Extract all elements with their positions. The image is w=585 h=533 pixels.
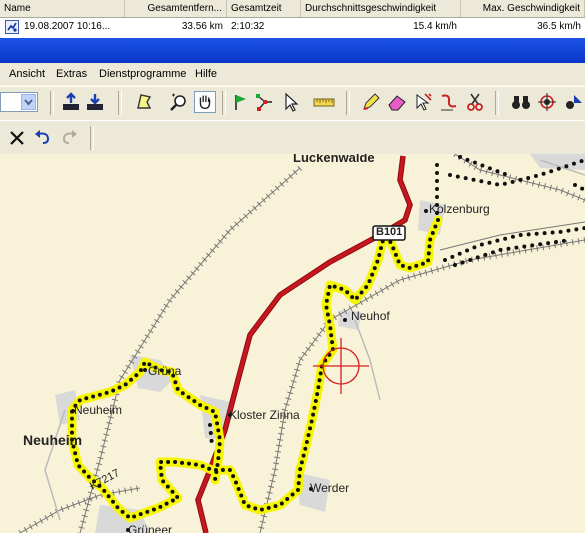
settlement-areas	[55, 154, 585, 533]
track-table: Name Gesamtentfern... Gesamtzeit Durchsc…	[0, 0, 585, 38]
map-view[interactable]: Luckenwalde Kolzenburg B101 Neuhof Grüna…	[0, 154, 585, 533]
scissors-icon[interactable]	[464, 91, 486, 113]
eraser-icon[interactable]	[386, 91, 408, 113]
pan-hand-icon[interactable]	[194, 91, 216, 113]
menu-extras[interactable]: Extras	[56, 68, 87, 80]
table-row[interactable]: 19.08.2007 10:16... 33.56 km 2:10:32 15.…	[0, 18, 585, 36]
table-header: Name Gesamtentfern... Gesamtzeit Durchsc…	[0, 0, 585, 18]
dotted-tracks	[208, 155, 585, 447]
toolbar-separator	[50, 91, 54, 115]
draw-pencil-icon[interactable]	[360, 91, 382, 113]
divide-track-icon[interactable]	[438, 91, 460, 113]
map-label-werder: Werder	[310, 481, 350, 495]
chevron-down-icon[interactable]	[21, 94, 36, 110]
redo-icon[interactable]	[58, 127, 80, 149]
map-label-kloster-zinna: Kloster Zinna	[229, 408, 300, 422]
undo-icon[interactable]	[32, 127, 54, 149]
column-header-time[interactable]: Gesamtzeit	[227, 0, 301, 17]
track-max-speed: 36.5 km/h	[537, 21, 581, 32]
menu-dienstprogramme[interactable]: Dienstprogramme	[99, 68, 186, 80]
map-label-b101: B101	[376, 226, 403, 238]
receive-from-device-icon[interactable]	[60, 91, 82, 113]
map-label-neuheim-big: Neuheim	[23, 432, 83, 448]
select-tool-icon[interactable]	[133, 91, 155, 113]
map-label-gruneer: Grüneer	[128, 523, 173, 533]
column-header-name[interactable]: Name	[0, 0, 125, 17]
main-toolbar	[0, 86, 585, 121]
map-canvas[interactable]	[0, 154, 585, 533]
track-name: 19.08.2007 10:16...	[24, 21, 111, 32]
waypoint-flag-icon[interactable]	[230, 91, 252, 113]
map-label-neuhof: Neuhof	[351, 309, 390, 323]
column-header-max-speed[interactable]: Max. Geschwindigkeit	[461, 0, 585, 17]
track-time: 2:10:32	[231, 21, 265, 32]
zoom-icon[interactable]	[168, 91, 190, 113]
find-address-icon[interactable]	[562, 91, 584, 113]
route-tool-icon[interactable]	[254, 91, 276, 113]
toolbar-separator	[118, 91, 122, 115]
menu-hilfe[interactable]: Hilfe	[195, 68, 217, 80]
edit-toolbar	[0, 120, 585, 155]
layer-select[interactable]	[0, 92, 38, 112]
pointer-icon[interactable]	[280, 91, 302, 113]
menu-bar: Ansicht Extras Dienstprogramme Hilfe	[0, 65, 585, 85]
map-label-gruna: Grüna	[148, 364, 182, 378]
toolbar-separator	[222, 91, 226, 115]
measure-ruler-icon[interactable]	[312, 91, 336, 113]
title-bar	[0, 38, 585, 63]
column-header-avg-speed[interactable]: Durchschnittsgeschwindigkeit	[301, 0, 461, 17]
find-place-icon[interactable]	[536, 91, 558, 113]
delete-icon[interactable]	[6, 127, 28, 149]
menu-ansicht[interactable]: Ansicht	[9, 68, 45, 80]
toolbar-separator	[346, 91, 350, 115]
column-header-distance[interactable]: Gesamtentfern...	[125, 0, 227, 17]
toolbar-separator	[90, 126, 94, 150]
find-binoculars-icon[interactable]	[510, 91, 532, 113]
track-avg-speed: 15.4 km/h	[413, 21, 457, 32]
map-label-neuheim-small: Neuheim	[74, 403, 123, 417]
map-label-kolzenburg: Kolzenburg	[429, 202, 490, 216]
toolbar-separator	[495, 91, 499, 115]
select-track-icon[interactable]	[412, 91, 434, 113]
send-to-device-icon[interactable]	[84, 91, 106, 113]
map-label-luckenwalde: Luckenwalde	[293, 154, 375, 165]
track-distance: 33.56 km	[181, 21, 223, 32]
track-icon	[5, 20, 19, 34]
